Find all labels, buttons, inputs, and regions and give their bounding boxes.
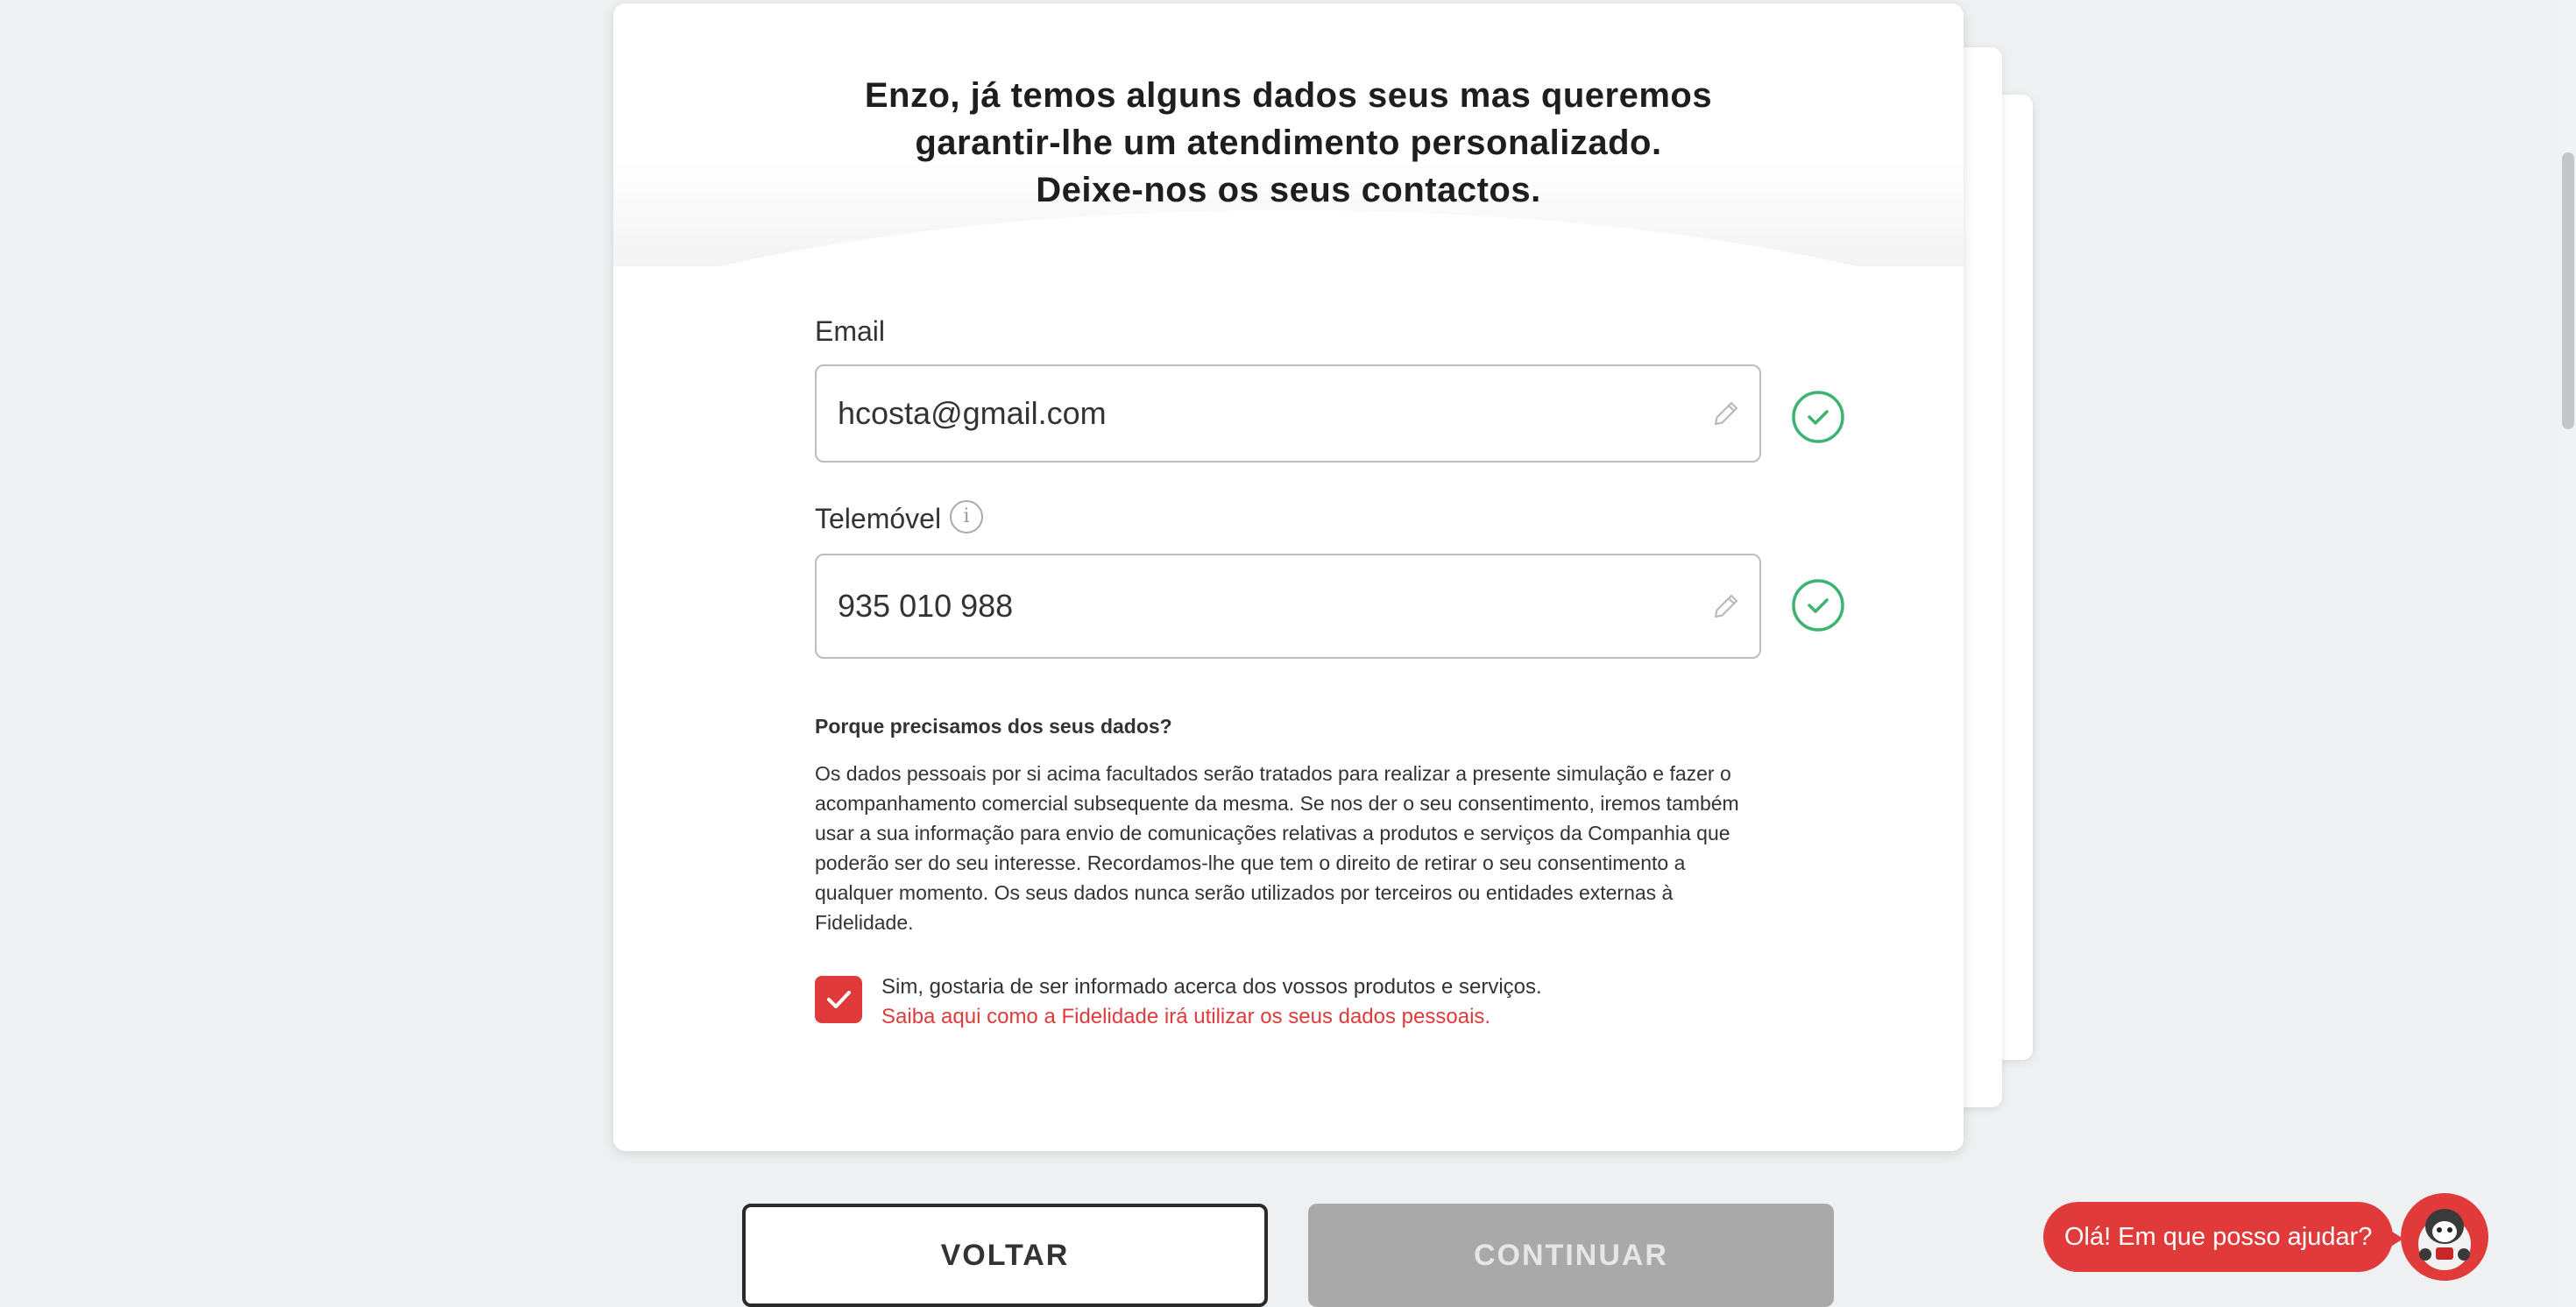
email-input[interactable] — [838, 366, 1679, 461]
form-title: Enzo, já temos alguns dados seus mas que… — [613, 72, 1964, 214]
phone-valid-check-icon — [1792, 579, 1844, 632]
form-title-line-3: Deixe-nos os seus contactos. — [1036, 171, 1541, 209]
chat-greeting-bubble[interactable]: Olá! Em que posso ajudar? — [2043, 1202, 2404, 1272]
page: Enzo, já temos alguns dados seus mas que… — [0, 0, 2576, 1307]
form-title-line-1: Enzo, já temos alguns dados seus mas que… — [864, 76, 1713, 115]
pencil-icon[interactable] — [1710, 590, 1742, 622]
scrollbar-thumb[interactable] — [2562, 152, 2574, 429]
why-data-text: Os dados pessoais por si acima facultado… — [815, 762, 1739, 934]
phone-label: Telemóvel — [815, 503, 942, 534]
form-title-line-2: garantir-lhe um atendimento personalizad… — [915, 124, 1662, 162]
checkmark-icon — [827, 991, 851, 1008]
email-label: Email — [815, 315, 886, 347]
privacy-policy-link[interactable]: Saiba aqui como a Fidelidade irá utiliza… — [881, 1002, 1490, 1032]
scrollbar-track[interactable] — [2558, 0, 2576, 1307]
email-field[interactable] — [815, 364, 1761, 463]
email-valid-check-icon — [1792, 391, 1844, 443]
consent-label: Sim, gostaria de ser informado acerca do… — [881, 975, 1542, 999]
continue-button[interactable]: CONTINUAR — [1308, 1204, 1834, 1307]
chatbot-avatar-icon[interactable] — [2401, 1193, 2488, 1281]
pencil-icon[interactable] — [1710, 398, 1742, 429]
why-data-heading: Porque precisamos dos seus dados? — [815, 715, 1172, 738]
phone-input[interactable] — [838, 555, 1679, 657]
consent-checkbox[interactable] — [815, 976, 862, 1023]
contact-form-card: Enzo, já temos alguns dados seus mas que… — [613, 4, 1964, 1151]
phone-field[interactable] — [815, 554, 1761, 659]
back-button[interactable]: VOLTAR — [742, 1204, 1268, 1307]
info-icon[interactable]: i — [950, 500, 983, 533]
